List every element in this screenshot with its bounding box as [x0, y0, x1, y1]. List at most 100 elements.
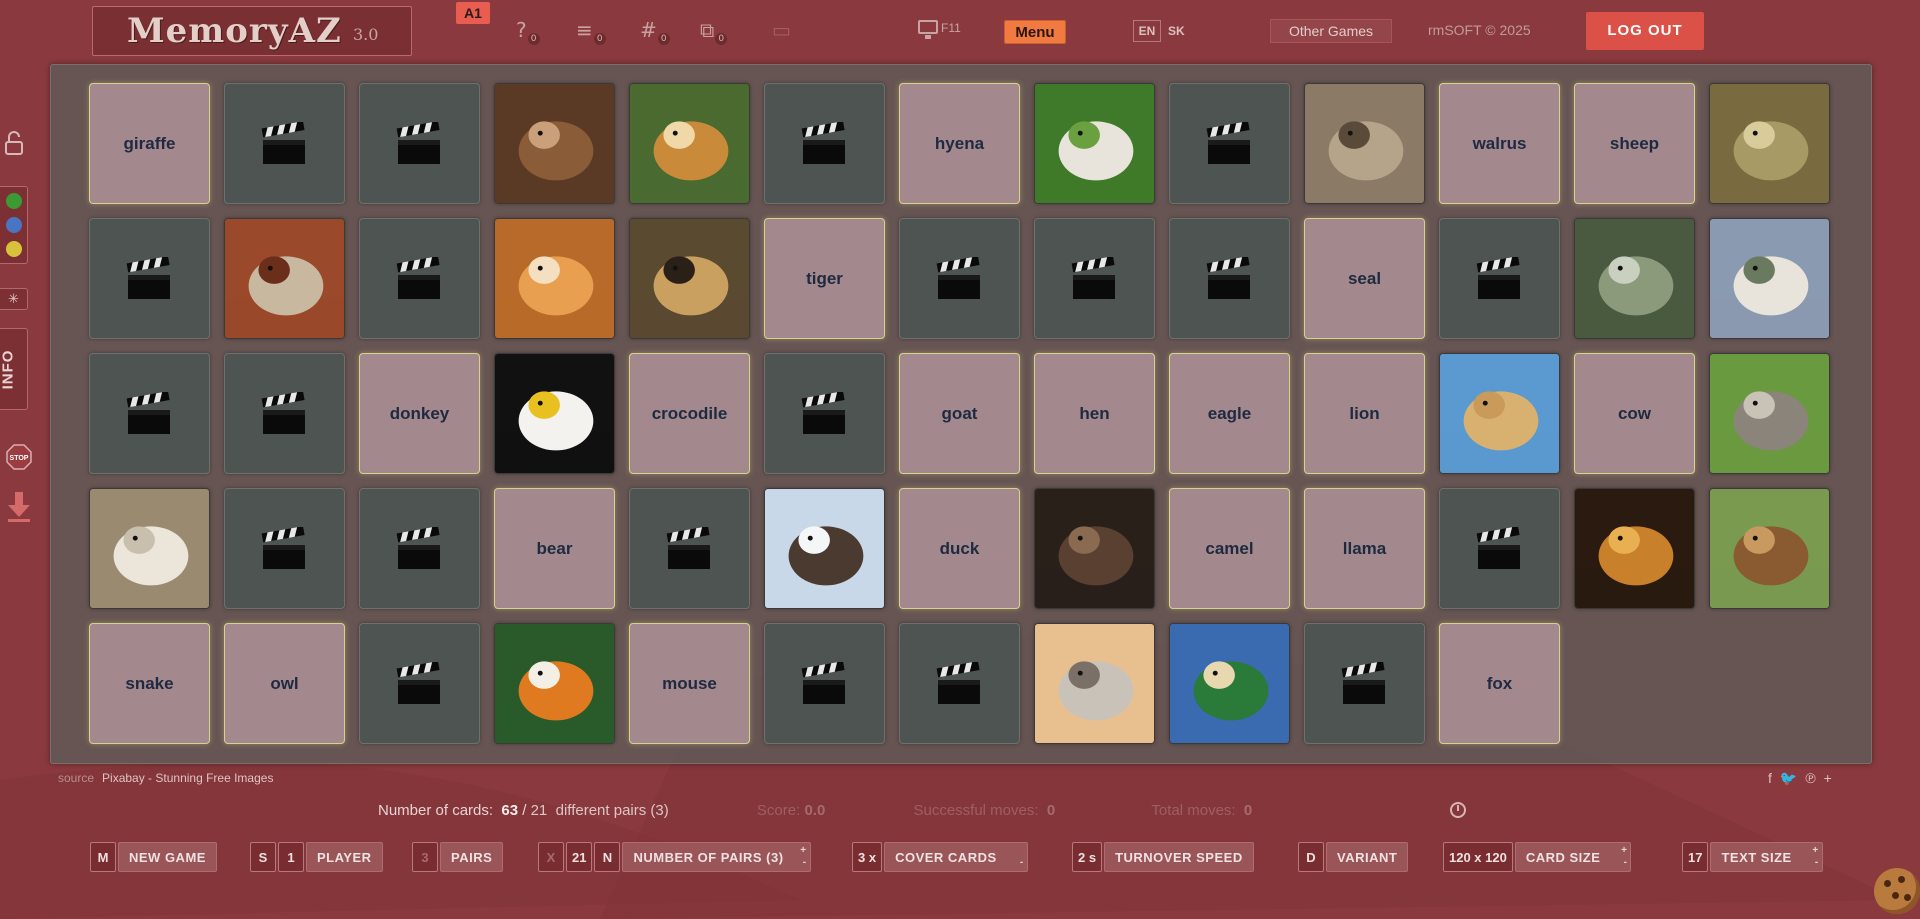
new-game-button[interactable]: NEW GAME — [118, 842, 217, 872]
photo-card-eagle[interactable] — [494, 353, 615, 474]
list-icon[interactable]: ≡ 0 — [576, 18, 606, 45]
photo-card-walrus[interactable] — [764, 488, 885, 609]
covered-card[interactable] — [764, 83, 885, 204]
word-card[interactable]: giraffe — [89, 83, 210, 204]
covered-card[interactable] — [764, 353, 885, 474]
covered-card[interactable] — [629, 488, 750, 609]
player-control[interactable]: S 1 PLAYER — [250, 842, 383, 872]
yellow-dot-icon[interactable] — [6, 241, 22, 257]
covered-card[interactable] — [1439, 488, 1560, 609]
photo-card-bear[interactable] — [1034, 488, 1155, 609]
source-link[interactable]: Pixabay - Stunning Free Images — [102, 771, 273, 785]
logo[interactable]: MemoryAZ 3.0 — [92, 6, 412, 56]
menu-button[interactable]: Menu — [1004, 20, 1066, 44]
facebook-icon[interactable]: f — [1768, 770, 1780, 786]
photo-card-hen[interactable] — [224, 218, 345, 339]
photo-card-camel[interactable] — [1439, 353, 1560, 474]
increase-icon[interactable]: + — [1812, 846, 1818, 856]
word-card[interactable]: hyena — [899, 83, 1020, 204]
word-card[interactable]: duck — [899, 488, 1020, 609]
logout-button[interactable]: LOG OUT — [1586, 12, 1704, 50]
word-card[interactable]: eagle — [1169, 353, 1290, 474]
photo-card-llama[interactable] — [1709, 218, 1830, 339]
variant-button[interactable]: VARIANT — [1326, 842, 1409, 872]
increase-icon[interactable]: + — [1621, 846, 1627, 856]
word-card[interactable]: fox — [1439, 623, 1560, 744]
player-count[interactable]: 1 — [278, 842, 304, 872]
help-icon[interactable]: ? 0 — [516, 18, 540, 45]
pairs-key-x[interactable]: X — [538, 842, 564, 872]
number-of-pairs-control[interactable]: X 21 N NUMBER OF PAIRS (3) + - — [538, 842, 811, 872]
covered-card[interactable] — [1169, 218, 1290, 339]
word-card[interactable]: lion — [1304, 353, 1425, 474]
cover-cards-key[interactable]: 3 x — [852, 842, 883, 872]
photo-card-seal[interactable] — [1034, 623, 1155, 744]
fullscreen-button[interactable]: F11 — [918, 20, 961, 39]
new-game-control[interactable]: M NEW GAME — [90, 842, 217, 872]
pinterest-icon[interactable]: ℗ — [1805, 770, 1823, 786]
photo-card-crocodile[interactable] — [1574, 218, 1695, 339]
sparkle-icon[interactable]: ✳ — [0, 288, 28, 310]
word-card[interactable]: mouse — [629, 623, 750, 744]
photo-card-cow[interactable] — [1709, 488, 1830, 609]
decrease-icon[interactable]: - — [1624, 858, 1628, 868]
word-card[interactable]: crocodile — [629, 353, 750, 474]
word-card[interactable]: snake — [89, 623, 210, 744]
hash-icon[interactable]: #0 — [640, 18, 670, 45]
pairs-control[interactable]: 3 PAIRS — [412, 842, 504, 872]
player-button[interactable]: PLAYER — [306, 842, 383, 872]
increase-icon[interactable]: + — [800, 846, 806, 856]
photo-card-tiger[interactable] — [494, 623, 615, 744]
covered-card[interactable] — [899, 218, 1020, 339]
blue-dot-icon[interactable] — [6, 217, 22, 233]
card-size-key[interactable]: 120 x 120 — [1443, 842, 1513, 872]
word-card[interactable]: goat — [899, 353, 1020, 474]
pairs-button[interactable]: PAIRS — [440, 842, 504, 872]
cover-cards-control[interactable]: 3 x COVER CARDS - — [852, 842, 1028, 872]
new-game-key[interactable]: M — [90, 842, 116, 872]
decrease-icon[interactable]: - — [1815, 858, 1819, 868]
word-card[interactable]: seal — [1304, 218, 1425, 339]
covered-card[interactable] — [224, 488, 345, 609]
copyright[interactable]: rmSOFT © 2025 — [1428, 22, 1531, 38]
photo-card-giraffe[interactable] — [629, 83, 750, 204]
lang-sk-button[interactable]: SK — [1168, 20, 1185, 42]
cookie-icon[interactable] — [1874, 868, 1920, 914]
plus-icon[interactable]: + — [1824, 770, 1840, 786]
photo-card-fox[interactable] — [494, 218, 615, 339]
word-card[interactable]: walrus — [1439, 83, 1560, 204]
covered-card[interactable] — [224, 83, 345, 204]
covered-card[interactable] — [359, 218, 480, 339]
pairs-number[interactable]: 21 — [566, 842, 593, 872]
card-size-button[interactable]: CARD SIZE + - — [1514, 842, 1632, 872]
photo-card-sheep[interactable] — [89, 488, 210, 609]
stop-icon[interactable]: STOP — [6, 444, 32, 470]
text-size-button[interactable]: TEXT SIZE + - — [1710, 842, 1823, 872]
photo-card-owl[interactable] — [629, 218, 750, 339]
turnover-speed-key[interactable]: 2 s — [1072, 842, 1103, 872]
covered-card[interactable] — [1439, 218, 1560, 339]
word-card[interactable]: owl — [224, 623, 345, 744]
cover-cards-button[interactable]: COVER CARDS - — [884, 842, 1028, 872]
turnover-speed-button[interactable]: TURNOVER SPEED — [1104, 842, 1254, 872]
photo-card-mouse[interactable] — [494, 83, 615, 204]
info-tab[interactable]: INFO — [0, 328, 28, 410]
turnover-speed-control[interactable]: 2 s TURNOVER SPEED — [1072, 842, 1254, 872]
text-size-key[interactable]: 17 — [1682, 842, 1709, 872]
green-dot-icon[interactable] — [6, 193, 22, 209]
puzzle-icon[interactable]: ⧉ 0 — [700, 18, 728, 45]
color-picker[interactable] — [0, 186, 28, 264]
covered-card[interactable] — [899, 623, 1020, 744]
decrease-icon[interactable]: - — [1020, 858, 1024, 868]
number-of-pairs-button[interactable]: NUMBER OF PAIRS (3) + - — [622, 842, 811, 872]
pairs-key[interactable]: 3 — [412, 842, 438, 872]
word-card[interactable]: donkey — [359, 353, 480, 474]
photo-card-lion[interactable] — [1574, 488, 1695, 609]
twitter-icon[interactable]: 🐦 — [1780, 770, 1805, 786]
word-card[interactable]: bear — [494, 488, 615, 609]
lock-icon[interactable] — [4, 130, 24, 156]
word-card[interactable]: tiger — [764, 218, 885, 339]
other-games-button[interactable]: Other Games — [1270, 19, 1392, 43]
covered-card[interactable] — [224, 353, 345, 474]
photo-card-duck[interactable] — [1169, 623, 1290, 744]
